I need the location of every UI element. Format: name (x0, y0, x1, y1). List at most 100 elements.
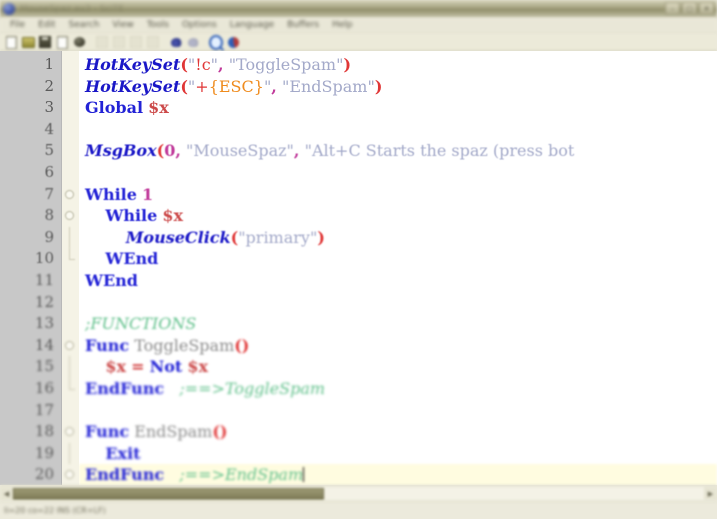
fold-row[interactable] (62, 377, 79, 400)
menu-item-language[interactable]: Language (224, 18, 281, 33)
window-title: MouseSpaz.au3 - SciTE (20, 3, 124, 14)
code-line[interactable]: MouseClick("primary") (79, 227, 717, 249)
menu-item-buffers[interactable]: Buffers (281, 18, 326, 33)
fold-row[interactable] (62, 76, 79, 98)
menu-bar: File Edit Search View Tools Options Lang… (0, 18, 717, 34)
code-token-hot2: {ESC} (208, 76, 264, 96)
fold-toggle-icon[interactable] (65, 189, 74, 199)
menu-item-view[interactable]: View (106, 18, 140, 33)
code-token-op: = (131, 357, 145, 377)
code-token-kw: While (85, 184, 137, 204)
fold-row[interactable] (62, 226, 79, 249)
redo-button (186, 35, 200, 49)
menu-item-tools[interactable]: Tools (141, 18, 176, 33)
fold-row[interactable] (62, 421, 79, 443)
fold-margin[interactable] (62, 51, 79, 485)
line-number: 7 (44, 184, 54, 203)
fold-toggle-icon[interactable] (65, 427, 74, 437)
horizontal-scrollbar[interactable]: ◀ ▶ (0, 485, 717, 501)
fold-row[interactable] (62, 184, 79, 206)
title-bar[interactable]: MouseSpaz.au3 - SciTE – □ ✕ (0, 0, 717, 18)
scrollbar-track[interactable] (13, 487, 704, 500)
scroll-left-arrow-icon[interactable]: ◀ (0, 487, 13, 500)
status-bar: li=20 co=22 INS (CR+LF) (0, 501, 717, 519)
line-number: 4 (44, 119, 54, 138)
fold-toggle-icon[interactable] (65, 211, 74, 221)
save-file-button[interactable] (38, 35, 52, 49)
code-line[interactable]: WEnd (79, 248, 717, 270)
code-line[interactable]: EndFunc ;==>EndSpam (79, 464, 717, 485)
save-as-button[interactable] (55, 35, 69, 49)
find-button[interactable] (209, 34, 223, 50)
close-button[interactable]: ✕ (699, 2, 714, 15)
code-line[interactable]: While $x (79, 205, 717, 227)
new-file-button[interactable] (4, 35, 18, 49)
redo-icon (187, 37, 199, 47)
code-line[interactable]: WEnd (79, 270, 717, 292)
maximize-button[interactable]: □ (682, 2, 697, 15)
code-token-hot: + (195, 76, 209, 96)
fold-row[interactable] (62, 97, 79, 119)
fold-row[interactable] (62, 442, 79, 465)
code-line[interactable]: Global $x (79, 97, 717, 119)
open-file-button[interactable] (21, 35, 35, 49)
code-line[interactable] (79, 292, 717, 314)
code-line[interactable]: MsgBox(0, "MouseSpaz", "Alt+C Starts the… (79, 140, 717, 162)
line-number: 17 (34, 400, 54, 419)
fold-toggle-icon[interactable] (65, 340, 74, 350)
fold-row[interactable] (62, 119, 79, 141)
menu-item-file[interactable]: File (4, 18, 32, 33)
fold-row[interactable] (62, 140, 79, 162)
fold-row[interactable] (62, 313, 79, 335)
menu-item-options[interactable]: Options (176, 18, 224, 33)
scroll-right-arrow-icon[interactable]: ▶ (704, 487, 717, 500)
code-line[interactable]: $x = Not $x (79, 356, 717, 378)
menu-item-help[interactable]: Help (326, 18, 360, 33)
code-line[interactable]: HotKeySet("+{ESC}", "EndSpam") (79, 76, 717, 98)
line-number: 14 (34, 335, 54, 354)
code-text-area[interactable]: HotKeySet("!c", "ToggleSpam") HotKeySet("… (79, 51, 717, 485)
print-button[interactable] (72, 35, 86, 49)
code-token-var: $x (187, 357, 209, 377)
fold-row[interactable] (62, 205, 79, 227)
code-line[interactable]: ;FUNCTIONS (79, 313, 717, 335)
fold-row[interactable] (62, 335, 79, 357)
fold-row[interactable] (62, 356, 79, 378)
fold-row[interactable] (62, 248, 79, 270)
code-line[interactable] (79, 162, 717, 184)
menu-item-search[interactable]: Search (63, 18, 107, 33)
undo-button[interactable] (169, 35, 183, 49)
code-token-kw: EndFunc (85, 465, 165, 485)
fold-row[interactable] (62, 270, 79, 292)
code-line[interactable] (79, 400, 717, 422)
code-line[interactable]: Func EndSpam() (79, 421, 717, 443)
fold-row[interactable] (62, 400, 79, 422)
code-token-kw: Func (85, 335, 130, 355)
replace-button[interactable] (226, 35, 240, 49)
code-line[interactable]: EndFunc ;==>ToggleSpam (79, 378, 717, 400)
line-number: 16 (34, 378, 54, 397)
code-line[interactable]: Func ToggleSpam() (79, 335, 717, 357)
fold-row[interactable] (62, 54, 79, 76)
code-token-var: $x (105, 357, 127, 377)
editor-area[interactable]: 1 2 3 4 5 6 7 8 9 10 11 12 13 14 15 16 17 18 19 20 HotKeySe… (0, 51, 717, 485)
code-line[interactable]: Exit (79, 443, 717, 465)
fold-row[interactable] (62, 464, 79, 485)
scrollbar-thumb[interactable] (13, 487, 324, 500)
code-line[interactable] (79, 119, 717, 141)
code-token-str: " (210, 55, 219, 74)
fold-toggle-icon[interactable] (65, 470, 74, 480)
fold-row[interactable] (62, 292, 79, 314)
minimize-button[interactable]: – (665, 2, 680, 15)
line-number: 18 (34, 422, 54, 441)
print-icon (73, 37, 85, 47)
code-line[interactable]: While 1 (79, 184, 717, 206)
code-line[interactable]: HotKeySet("!c", "ToggleSpam") (79, 54, 717, 76)
line-number: 6 (44, 162, 54, 181)
fold-row[interactable] (62, 162, 79, 184)
menu-item-edit[interactable]: Edit (32, 18, 62, 33)
